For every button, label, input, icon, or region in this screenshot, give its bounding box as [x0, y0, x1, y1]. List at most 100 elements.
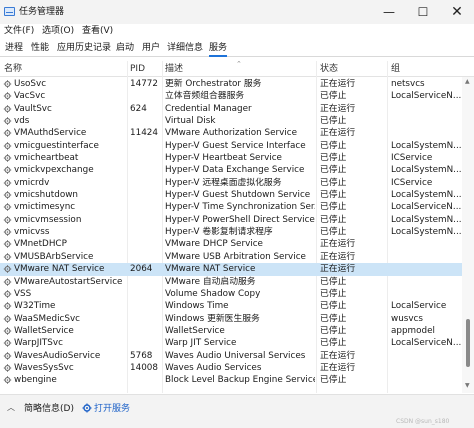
service-gear-icon — [3, 166, 12, 175]
service-pid: 624 — [130, 103, 147, 114]
service-row[interactable]: VacSvc 立体音频组合器服务 已停止 LocalServiceN... — [0, 90, 462, 102]
service-row[interactable]: UsoSvc 14772 更新 Orchestrator 服务 正在运行 netsvcs — [0, 78, 462, 90]
tab-processes[interactable]: 进程 — [5, 42, 23, 55]
column-name[interactable]: 名称 — [4, 64, 22, 75]
service-description: Hyper-V PowerShell Direct Service — [165, 214, 315, 225]
column-header: ⌃ 名称 PID 描述 状态 组 — [0, 61, 474, 77]
scroll-down-icon[interactable]: ▼ — [465, 383, 470, 389]
service-row[interactable]: vmicvmsession Hyper-V PowerShell Direct S… — [0, 214, 462, 226]
service-row[interactable]: vds Virtual Disk 已停止 — [0, 115, 462, 127]
service-group: LocalSystemN... — [391, 227, 461, 238]
close-button[interactable]: ✕ — [440, 0, 474, 24]
maximize-button[interactable]: ☐ — [406, 0, 440, 24]
tab-performance[interactable]: 性能 — [31, 42, 49, 55]
service-row[interactable]: vmicvss Hyper-V 卷影复制请求程序 已停止 LocalSystemN..… — [0, 226, 462, 238]
tab-app-history[interactable]: 应用历史记录 — [57, 42, 111, 55]
service-name: VMware NAT Service — [14, 264, 105, 275]
service-row[interactable]: vmickvpexchange Hyper-V Data Exchange Ser… — [0, 164, 462, 176]
scroll-up-icon[interactable]: ▲ — [465, 79, 470, 85]
fewer-details-button[interactable]: 简略信息(D) — [24, 403, 74, 415]
column-group[interactable]: 组 — [391, 64, 400, 75]
service-row[interactable]: WaaSMedicSvc Windows 更新医生服务 已停止 wusvcs — [0, 313, 462, 325]
service-description: 更新 Orchestrator 服务 — [165, 79, 262, 89]
service-group: LocalServiceN... — [391, 91, 461, 102]
service-gear-icon — [3, 129, 12, 138]
service-row[interactable]: vmicrdv Hyper-V 远程桌面虚拟化服务 已停止 ICService — [0, 177, 462, 189]
service-group: LocalSystemN... — [391, 165, 461, 176]
service-description: Hyper-V 卷影复制请求程序 — [165, 227, 273, 238]
service-gear-icon — [3, 179, 12, 187]
service-name: VaultSvc — [14, 103, 52, 114]
tab-startup[interactable]: 启动 — [116, 42, 134, 55]
service-name: VMnetDHCP — [14, 239, 67, 250]
service-group: ICService — [391, 153, 433, 164]
service-row[interactable]: VMAuthdService 11424 VMware Authorization … — [0, 127, 462, 139]
service-pid: 5768 — [130, 350, 153, 361]
service-description: VMware NAT Service — [165, 264, 256, 275]
service-gear-icon — [3, 302, 12, 310]
service-name: vmictimesync — [14, 202, 76, 213]
column-pid[interactable]: PID — [130, 64, 145, 75]
service-description: Hyper-V Guest Shutdown Service — [165, 190, 311, 201]
service-gear-icon — [3, 142, 12, 150]
window-title: 任务管理器 — [19, 7, 65, 17]
service-row[interactable]: vmicshutdown Hyper-V Guest Shutdown Servi… — [0, 189, 462, 201]
service-row[interactable]: vmictimesync Hyper-V Time Synchronization… — [0, 201, 462, 213]
service-status: 正在运行 — [320, 264, 356, 275]
service-status: 已停止 — [320, 214, 347, 225]
service-row[interactable]: W32Time Windows Time 已停止 LocalService — [0, 300, 462, 312]
service-name: wbengine — [14, 375, 57, 386]
tab-details[interactable]: 详细信息 — [167, 42, 203, 55]
service-row[interactable]: WavesSysSvc 14008 Waves Audio Services 正在运行 — [0, 362, 462, 374]
service-name: vmicvmsession — [14, 214, 82, 225]
service-row[interactable]: WalletService WalletService 已停止 appmodel — [0, 325, 462, 337]
service-status: 已停止 — [320, 313, 347, 324]
menu-file[interactable]: 文件(F) — [4, 25, 34, 38]
menu-view[interactable]: 查看(V) — [82, 25, 113, 38]
service-name: vds — [14, 116, 30, 127]
menu-bar: 文件(F) 选项(O) 查看(V) — [0, 24, 474, 38]
service-gear-icon — [3, 240, 12, 249]
service-row[interactable]: VMwareAutostartService VMware 自动启动服务 已停止 — [0, 276, 462, 288]
column-status[interactable]: 状态 — [320, 64, 338, 75]
tab-users[interactable]: 用户 — [142, 42, 160, 55]
service-status: 已停止 — [320, 153, 347, 164]
services-gear-icon[interactable] — [82, 403, 92, 413]
service-row[interactable]: VSS Volume Shadow Copy 已停止 — [0, 288, 462, 300]
vertical-scrollbar[interactable]: ▲ ▼ — [462, 77, 474, 393]
service-status: 正在运行 — [320, 128, 356, 139]
service-gear-icon — [3, 351, 12, 360]
service-row[interactable]: WarpJITSvc Warp JIT Service 已停止 LocalServic… — [0, 337, 462, 349]
service-gear-icon — [3, 339, 12, 347]
service-group: LocalServiceN... — [391, 202, 461, 213]
service-row[interactable]: VMware NAT Service 2064 VMware NAT Service… — [0, 263, 462, 276]
menu-options[interactable]: 选项(O) — [42, 25, 74, 38]
service-gear-icon — [3, 314, 12, 323]
service-description: Warp JIT Service — [165, 338, 237, 349]
service-gear-icon — [3, 364, 12, 372]
service-description: Hyper-V Time Synchronization Ser... — [165, 202, 315, 213]
service-name: W32Time — [14, 301, 56, 312]
minimize-button[interactable]: — — [372, 0, 406, 24]
services-list: UsoSvc 14772 更新 Orchestrator 服务 正在运行 netsvcs… — [0, 78, 462, 392]
service-description: Block Level Backup Engine Service — [165, 375, 315, 386]
column-description[interactable]: 描述 — [165, 64, 183, 75]
service-row[interactable]: VMnetDHCP VMware DHCP Service 正在运行 — [0, 238, 462, 250]
service-name: vmicrdv — [14, 177, 50, 188]
service-name: VMAuthdService — [14, 128, 87, 139]
service-gear-icon — [3, 228, 12, 236]
service-gear-icon — [3, 203, 12, 212]
service-row[interactable]: vmicheartbeat Hyper-V Heartbeat Service 已停… — [0, 152, 462, 164]
service-row[interactable]: vmicguestinterface Hyper-V Guest Service … — [0, 140, 462, 152]
service-row[interactable]: VaultSvc 624 Credential Manager 正在运行 — [0, 103, 462, 115]
service-gear-icon — [3, 117, 12, 125]
chevron-up-icon[interactable]: ︿ — [7, 403, 15, 413]
service-pid: 2064 — [130, 264, 153, 275]
scrollbar-thumb[interactable] — [466, 319, 470, 367]
tab-services[interactable]: 服务 — [209, 42, 228, 57]
service-row[interactable]: wbengine Block Level Backup Engine Servic… — [0, 374, 462, 386]
service-row[interactable]: VMUSBArbService VMware USB Arbitration Se… — [0, 251, 462, 263]
open-services-link[interactable]: 打开服务 — [94, 403, 130, 415]
service-gear-icon — [3, 376, 12, 384]
service-row[interactable]: WavesAudioService 5768 Waves Audio Univers… — [0, 350, 462, 362]
